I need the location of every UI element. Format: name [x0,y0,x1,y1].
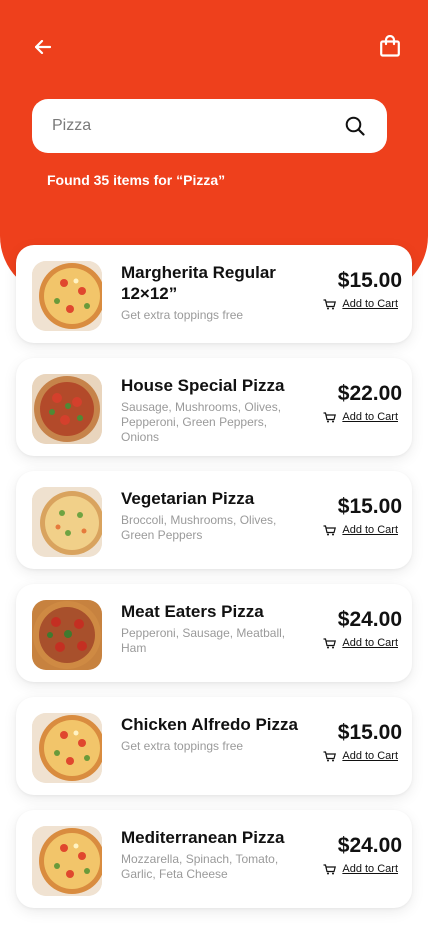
arrow-left-icon [35,40,51,54]
product-description: Pepperoni, Sausage, Meatball, Ham [121,626,286,655]
product-name: Vegetarian Pizza [121,489,255,508]
cart-icon [323,411,337,422]
product-name: Chicken Alfredo Pizza [121,715,298,734]
product-price: $24.00 [337,608,402,631]
product-name: Meat Eaters Pizza [121,602,264,621]
add-to-cart-label: Add to Cart [342,524,398,536]
cart-icon [323,863,337,874]
cart-icon [323,524,337,535]
product-price: $15.00 [337,495,402,518]
product-description: Sausage, Mushrooms, Olives, Pepperoni, G… [121,400,282,444]
search-input[interactable] [52,99,343,153]
product-price: $24.00 [337,834,402,857]
product-price: $22.00 [337,382,402,405]
product-price: $15.00 [337,721,402,744]
product-image [32,374,102,444]
results-count: Found 35 items for “Pizza” [47,172,226,188]
product-image [32,826,102,896]
product-image [32,487,102,557]
search-bar [32,99,387,153]
add-to-cart-button[interactable]: Add to Cart [323,863,398,875]
add-to-cart-label: Add to Cart [342,863,398,875]
search-icon [345,116,365,136]
product-name: House Special Pizza [121,376,285,395]
add-to-cart-button[interactable]: Add to Cart [323,750,398,762]
shopping-bag-icon [380,35,400,57]
product-card[interactable]: Margherita Regular 12×12” Get extra topp… [16,245,412,343]
product-card[interactable]: Vegetarian Pizza Broccoli, Mushrooms, Ol… [16,471,412,569]
add-to-cart-label: Add to Cart [342,750,398,762]
product-card[interactable]: Chicken Alfredo Pizza Get extra toppings… [16,697,412,795]
product-description: Mozzarella, Spinach, Tomato, Garlic, Fet… [121,852,279,881]
add-to-cart-button[interactable]: Add to Cart [323,411,398,423]
product-description: Get extra toppings free [121,308,244,322]
add-to-cart-label: Add to Cart [342,298,398,310]
add-to-cart-label: Add to Cart [342,637,398,649]
product-description: Broccoli, Mushrooms, Olives, Green Peppe… [121,513,277,542]
product-name: Mediterranean Pizza [121,828,285,847]
cart-icon [323,637,337,648]
cart-icon [323,298,337,309]
product-name: Margherita Regular 12×12” [121,263,276,303]
product-description: Get extra toppings free [121,739,244,753]
product-card[interactable]: Meat Eaters Pizza Pepperoni, Sausage, Me… [16,584,412,682]
product-image [32,261,102,331]
add-to-cart-label: Add to Cart [342,411,398,423]
search-button[interactable] [343,114,367,138]
back-button[interactable] [30,34,56,60]
product-card[interactable]: House Special Pizza Sausage, Mushrooms, … [16,358,412,456]
product-image [32,713,102,783]
product-card[interactable]: Mediterranean Pizza Mozzarella, Spinach,… [16,810,412,908]
cart-button[interactable] [376,32,404,60]
product-price: $15.00 [337,269,402,292]
add-to-cart-button[interactable]: Add to Cart [323,298,398,310]
add-to-cart-button[interactable]: Add to Cart [323,637,398,649]
product-image [32,600,102,670]
add-to-cart-button[interactable]: Add to Cart [323,524,398,536]
cart-icon [323,750,337,761]
